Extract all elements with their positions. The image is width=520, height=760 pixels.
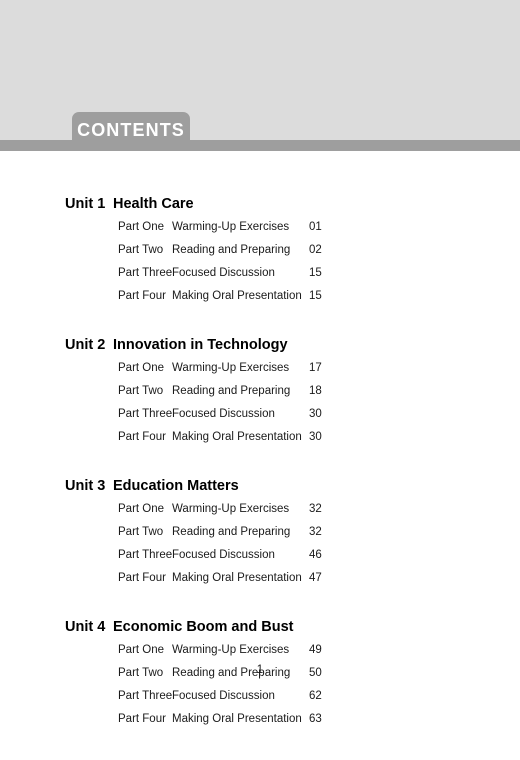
toc-entry-row[interactable]: Part Two Reading and Preparing 02 (0, 244, 520, 267)
part-page-number: 15 (309, 290, 322, 302)
toc-entry-row[interactable]: Part Three Focused Discussion 62 (0, 690, 520, 713)
unit-block: Unit 2 Innovation in Technology Part One Wa… (0, 337, 520, 454)
toc-entry-row[interactable]: Part One Warming-Up Exercises 01 (0, 221, 520, 244)
unit-number: Unit 4 (65, 619, 106, 635)
part-title: Reading and Preparing (172, 526, 291, 538)
part-label: Part Three (118, 690, 173, 702)
part-page-number: 02 (309, 244, 322, 256)
part-label: Part Two (118, 526, 164, 538)
part-label: Part Three (118, 549, 173, 561)
part-label: Part Two (118, 385, 164, 397)
part-label: Part Four (118, 290, 166, 302)
part-page-number: 49 (309, 644, 322, 656)
unit-title: Health Care (113, 196, 194, 212)
part-page-number: 62 (309, 690, 322, 702)
part-title: Reading and Preparing (172, 244, 291, 256)
part-title: Making Oral Presentation (172, 290, 302, 302)
unit-block: Unit 1 Health Care Part One Warming-Up Exer… (0, 196, 520, 313)
toc-entry-row[interactable]: Part Two Reading and Preparing 32 (0, 526, 520, 549)
toc-entry-row[interactable]: Part Three Focused Discussion 30 (0, 408, 520, 431)
part-title: Focused Discussion (172, 267, 275, 279)
part-page-number: 01 (309, 221, 322, 233)
toc-entry-row[interactable]: Part Three Focused Discussion 15 (0, 267, 520, 290)
part-title: Warming-Up Exercises (172, 362, 290, 374)
part-title: Reading and Preparing (172, 385, 291, 397)
unit-title: Economic Boom and Bust (113, 619, 294, 635)
part-title: Focused Discussion (172, 549, 275, 561)
part-label: Part Four (118, 572, 166, 584)
unit-number: Unit 2 (65, 337, 106, 353)
part-page-number: 17 (309, 362, 322, 374)
unit-number: Unit 1 (65, 196, 106, 212)
part-page-number: 46 (309, 549, 322, 561)
toc-entry-row[interactable]: Part Four Making Oral Presentation 47 (0, 572, 520, 595)
part-page-number: 18 (309, 385, 322, 397)
unit-title: Education Matters (113, 478, 239, 494)
unit-title: Innovation in Technology (113, 337, 288, 353)
part-page-number: 32 (309, 526, 322, 538)
part-label: Part Four (118, 713, 166, 725)
part-label: Part One (118, 362, 165, 374)
part-label: Part One (118, 644, 165, 656)
part-page-number: 32 (309, 503, 322, 515)
part-title: Making Oral Presentation (172, 431, 302, 443)
toc-entry-row[interactable]: Part One Warming-Up Exercises 17 (0, 362, 520, 385)
toc-entry-row[interactable]: Part Two Reading and Preparing 18 (0, 385, 520, 408)
part-label: Part Four (118, 431, 166, 443)
part-title: Warming-Up Exercises (172, 644, 290, 656)
part-page-number: 63 (309, 713, 322, 725)
part-page-number: 15 (309, 267, 322, 279)
unit-number: Unit 3 (65, 478, 106, 494)
part-label: Part Two (118, 244, 164, 256)
unit-block: Unit 4 Economic Boom and Bust Part One Warm… (0, 619, 520, 736)
toc-entry-row[interactable]: Part Four Making Oral Presentation 30 (0, 431, 520, 454)
part-label: Part One (118, 221, 165, 233)
contents-tab-label: CONTENTS (77, 120, 185, 140)
toc-entry-row[interactable]: Part One Warming-Up Exercises 32 (0, 503, 520, 526)
toc-entry-row[interactable]: Part Three Focused Discussion 46 (0, 549, 520, 572)
part-label: Part Three (118, 408, 173, 420)
unit-heading[interactable]: Unit 4 Economic Boom and Bust (0, 619, 520, 635)
part-label: Part One (118, 503, 165, 515)
part-title: Making Oral Presentation (172, 572, 302, 584)
part-title: Warming-Up Exercises (172, 503, 290, 515)
part-label: Part Three (118, 267, 173, 279)
contents-tab: CONTENTS (72, 112, 190, 151)
unit-heading[interactable]: Unit 3 Education Matters (0, 478, 520, 494)
toc-entry-row[interactable]: Part Four Making Oral Presentation 15 (0, 290, 520, 313)
page-number: 1 (256, 664, 264, 676)
unit-block: Unit 3 Education Matters Part One Warming-U… (0, 478, 520, 595)
unit-heading[interactable]: Unit 1 Health Care (0, 196, 520, 212)
part-page-number: 47 (309, 572, 322, 584)
part-title: Making Oral Presentation (172, 713, 302, 725)
part-title: Warming-Up Exercises (172, 221, 290, 233)
unit-heading[interactable]: Unit 2 Innovation in Technology (0, 337, 520, 353)
part-title: Focused Discussion (172, 690, 275, 702)
part-page-number: 30 (309, 408, 322, 420)
part-page-number: 30 (309, 431, 322, 443)
part-title: Focused Discussion (172, 408, 275, 420)
